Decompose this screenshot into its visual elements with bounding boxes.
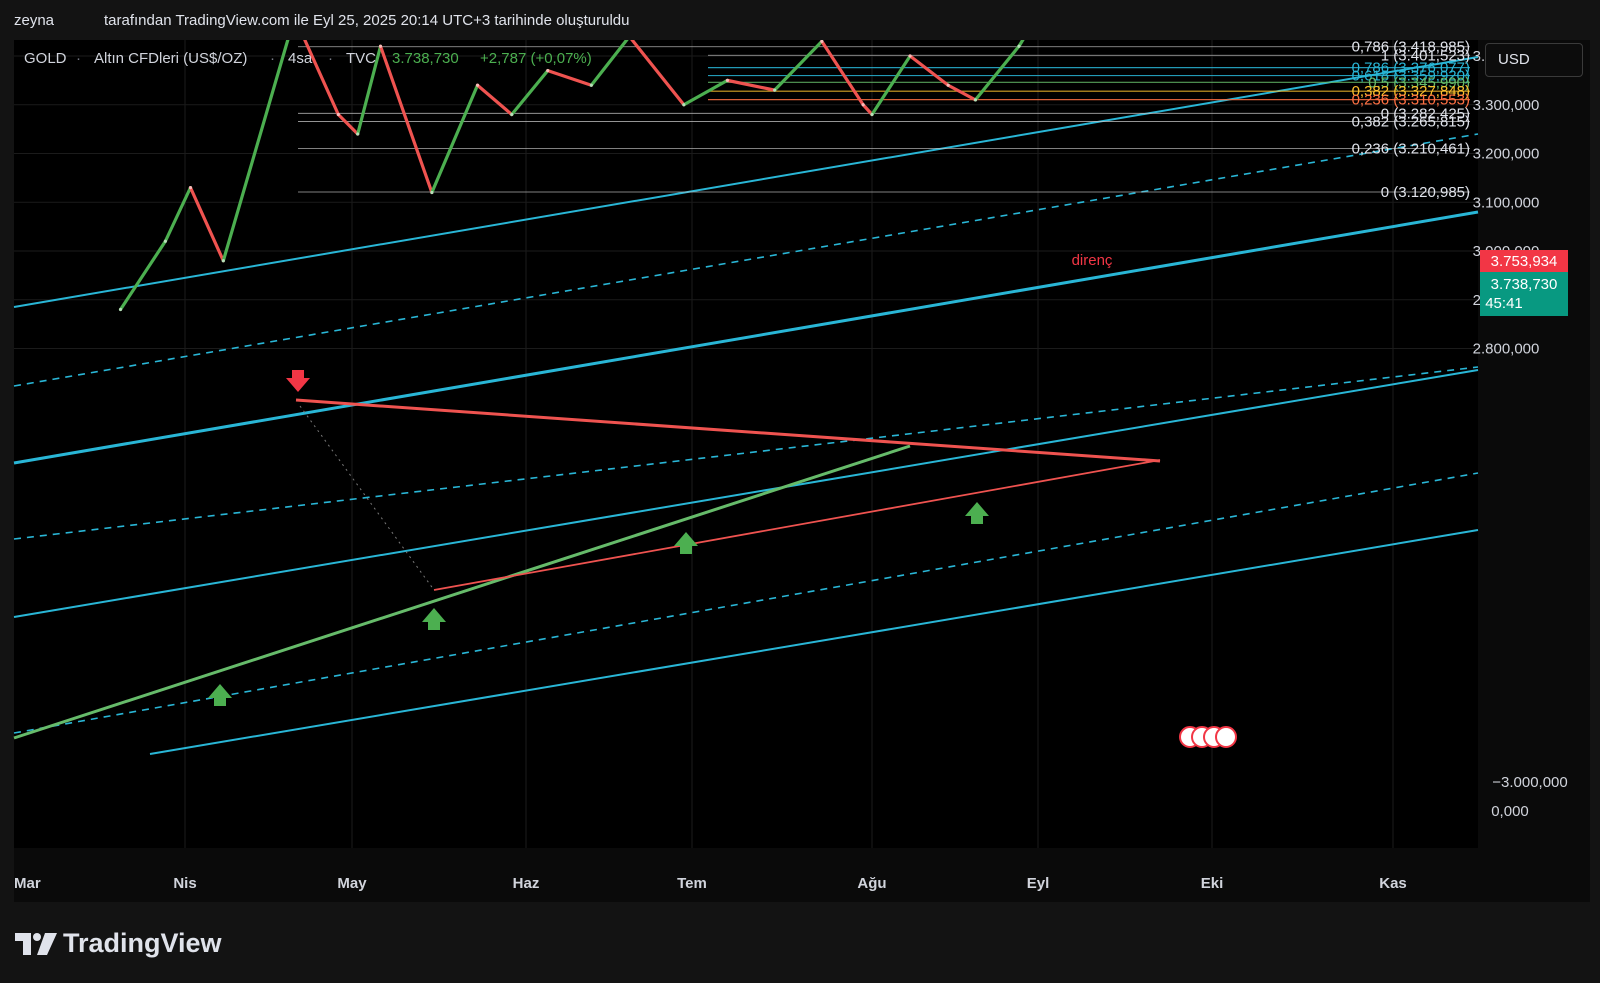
price-point [973, 98, 978, 102]
time-axis-label: Tem [677, 875, 707, 892]
price-axis-tick: 3.100,000 [1473, 194, 1540, 211]
price-point [946, 83, 950, 87]
time-axis-label: Nis [173, 875, 196, 892]
price-axis-tick: −3.000,000 [1492, 774, 1568, 791]
currency-label: USD [1498, 51, 1530, 68]
last-price: 3.738,730 [392, 50, 459, 67]
price-point [221, 259, 225, 263]
price-point [773, 88, 777, 92]
time-axis-label: Kas [1379, 875, 1407, 892]
bar-countdown: 45:41 [1485, 295, 1523, 312]
us-event-flag-icon [1215, 726, 1237, 748]
symbol-name: Altın CFDleri (US$/OZ) [94, 50, 247, 67]
separator: · [270, 50, 275, 67]
high-price-value: 3.753,934 [1491, 253, 1558, 270]
tradingview-logo[interactable]: TradingView [15, 928, 222, 959]
symbol-interval: 4sa [288, 50, 313, 67]
price-point [430, 190, 434, 195]
time-axis-label: Ağu [857, 875, 886, 892]
created-info: tarafından TradingView.com ile Eyl 25, 2… [104, 12, 630, 29]
tradingview-wordmark: TradingView [63, 928, 222, 958]
resistance-annotation: direnç [1072, 252, 1113, 269]
time-axis-label: May [337, 875, 367, 892]
fib-level-label: 0,236 (3.210,461) [1352, 140, 1470, 157]
footer: TradingView [0, 902, 1600, 983]
price-point [118, 307, 123, 312]
price-point [336, 112, 340, 117]
separator: · [76, 50, 81, 67]
plot-area [14, 40, 1478, 848]
price-point [725, 78, 730, 82]
price-point [682, 103, 686, 107]
price-axis-tick: 3.300,000 [1473, 97, 1540, 114]
time-axis-label: Eki [1201, 875, 1224, 892]
price-point [908, 54, 912, 58]
price-point [1017, 44, 1021, 48]
price-point [378, 44, 383, 48]
price-point [475, 83, 480, 87]
fib-level-label: 0 (3.120,985) [1381, 184, 1470, 201]
price-change: +2,787 (+0,07%) [480, 50, 592, 67]
price-point [163, 239, 167, 243]
price-point [870, 112, 874, 117]
chart-header: zeyna tarafından TradingView.com ile Eyl… [0, 0, 1600, 40]
price-axis-tick: 0,000 [1491, 803, 1529, 820]
symbol-ticker: GOLD [24, 50, 67, 67]
price-point [589, 83, 593, 87]
currency-button[interactable]: USD [1485, 43, 1583, 77]
time-axis-label: Eyl [1027, 875, 1050, 892]
chart-canvas[interactable]: 2,618 (4.113,560)4,236 (3.787,144)1,618 … [0, 0, 1600, 983]
price-point [510, 112, 514, 117]
time-axis-label: Haz [513, 875, 540, 892]
price-axis-tick: 2.800,000 [1473, 341, 1540, 358]
price-point [356, 132, 360, 136]
symbol-source: TVC [346, 50, 376, 67]
price-axis-tick: 3.200,000 [1473, 146, 1540, 163]
price-point [546, 69, 550, 73]
tradingview-logo-icon [15, 932, 57, 955]
price-point [820, 39, 824, 43]
price-point [188, 186, 193, 190]
last-price-value: 3.738,730 [1491, 276, 1558, 293]
separator: · [328, 50, 333, 67]
price-point [861, 103, 865, 107]
author-name: zeyna [14, 12, 55, 29]
time-axis-label: Mar [14, 875, 41, 892]
fib-level-label: 0,382 (3.265,815) [1352, 113, 1470, 130]
time-axis-area [14, 848, 1590, 902]
